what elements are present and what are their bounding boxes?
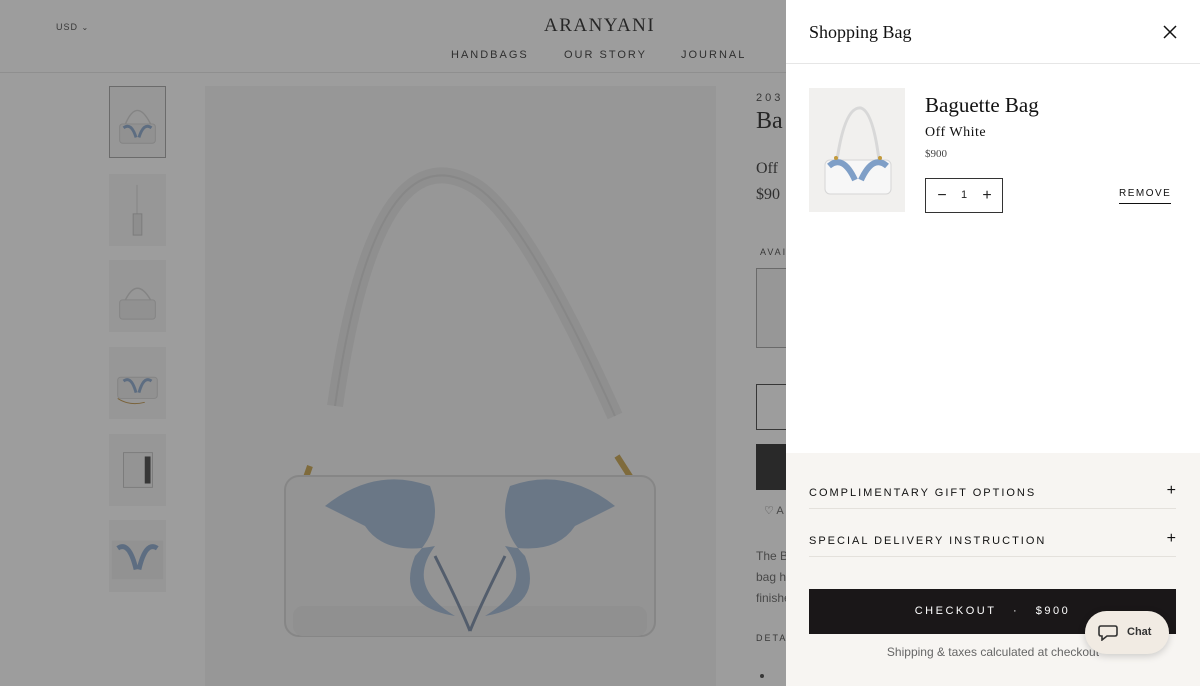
- gift-options-toggle[interactable]: COMPLIMENTARY GIFT OPTIONS +: [809, 461, 1176, 509]
- quantity-stepper: − 1 +: [925, 178, 1003, 213]
- chat-label: Chat: [1127, 626, 1152, 638]
- cart-item-name[interactable]: Baguette Bag: [925, 93, 1039, 118]
- plus-icon: +: [1166, 482, 1176, 499]
- checkout-total: $900: [1035, 605, 1071, 617]
- cart-item-variant: Off White: [925, 125, 987, 140]
- cart-item-image[interactable]: [809, 88, 905, 212]
- checkout-separator: ·: [1012, 605, 1020, 617]
- close-icon: [1163, 25, 1177, 39]
- modal-overlay[interactable]: [0, 0, 786, 686]
- gift-options-label: COMPLIMENTARY GIFT OPTIONS: [809, 487, 1037, 499]
- minus-icon[interactable]: −: [935, 188, 949, 204]
- quantity-value: 1: [960, 189, 968, 201]
- close-button[interactable]: [1161, 23, 1179, 41]
- drawer-title: Shopping Bag: [809, 22, 912, 42]
- checkout-label: CHECKOUT: [914, 605, 997, 617]
- plus-icon: +: [1166, 530, 1176, 547]
- remove-item-button[interactable]: REMOVE: [1119, 188, 1172, 204]
- cart-item-price: $900: [925, 148, 947, 160]
- shopping-bag-drawer: Shopping Bag Baguette Bag Off White $900…: [786, 0, 1200, 686]
- drawer-header: Shopping Bag: [786, 0, 1200, 64]
- chat-bubble-icon: [1098, 625, 1118, 641]
- chat-button[interactable]: Chat: [1085, 611, 1169, 654]
- delivery-instruction-label: SPECIAL DELIVERY INSTRUCTION: [809, 535, 1047, 547]
- plus-icon[interactable]: +: [980, 188, 994, 204]
- delivery-instruction-toggle[interactable]: SPECIAL DELIVERY INSTRUCTION +: [809, 509, 1176, 557]
